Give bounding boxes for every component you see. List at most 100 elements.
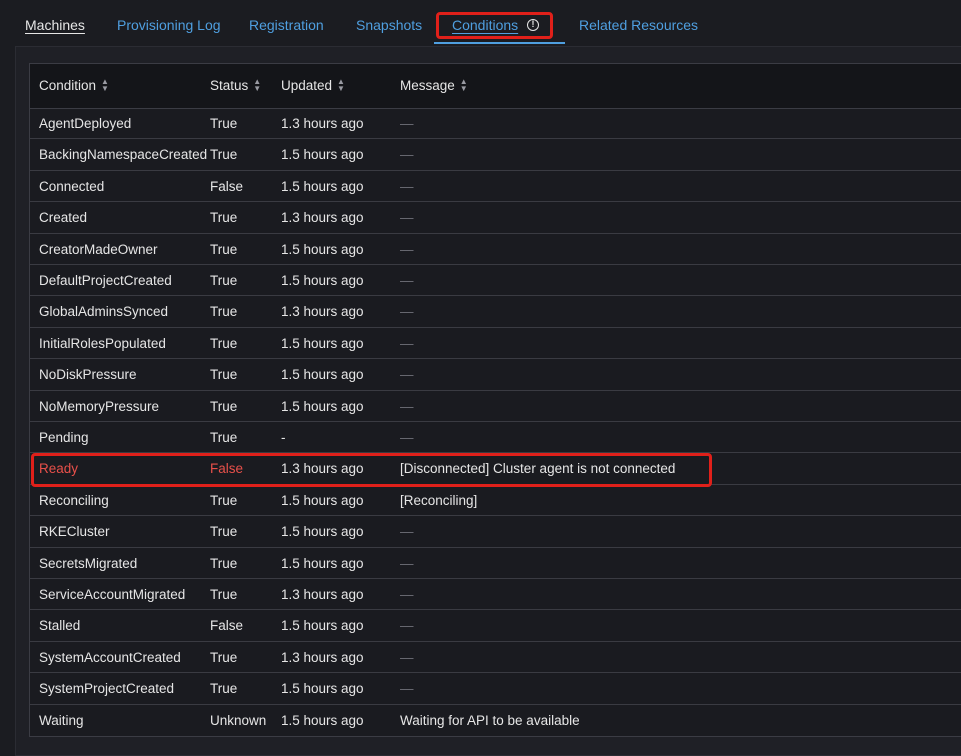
cell-condition: Waiting xyxy=(39,712,84,728)
cell-updated: 1.5 hours ago xyxy=(281,147,364,163)
cell-status: True xyxy=(210,649,238,665)
table-row: RKECluster True 1.5 hours ago — xyxy=(30,516,961,548)
table-row: Pending True - — xyxy=(30,422,961,454)
cell-status: Unknown xyxy=(210,712,267,728)
table-row: BackingNamespaceCreated True 1.5 hours ago… xyxy=(30,139,961,171)
column-header-message[interactable]: Message ▲ ▼ xyxy=(400,78,468,93)
table-row: NoMemoryPressure True 1.5 hours ago — xyxy=(30,391,961,422)
table-row: Created True 1.3 hours ago — xyxy=(30,202,961,234)
sort-icon[interactable]: ▲ ▼ xyxy=(101,78,109,93)
cell-updated: 1.5 hours ago xyxy=(281,178,364,194)
conditions-table: Condition ▲ ▼ Status ▲ ▼ Updated ▲ ▼ Message ▲ ▼… xyxy=(29,63,961,737)
cell-status: True xyxy=(210,335,238,351)
sort-icon[interactable]: ▲ ▼ xyxy=(337,78,345,93)
cell-message: — xyxy=(400,367,414,383)
sort-icon[interactable]: ▲ ▼ xyxy=(460,78,468,93)
cell-condition: Pending xyxy=(39,430,89,445)
cell-status: True xyxy=(210,304,238,320)
tab-related-resources[interactable]: Related Resources xyxy=(579,17,698,33)
cell-message: — xyxy=(400,304,414,320)
table-row: Reconciling True 1.5 hours ago [Reconciling… xyxy=(30,485,961,517)
cell-updated: 1.3 hours ago xyxy=(281,587,364,602)
conditions-tab-highlight xyxy=(436,12,553,39)
cell-condition: ServiceAccountMigrated xyxy=(39,587,186,602)
column-header-status[interactable]: Status ▲ ▼ xyxy=(210,78,261,93)
cell-message: — xyxy=(400,241,414,257)
cell-updated: 1.5 hours ago xyxy=(281,681,364,697)
cell-status: True xyxy=(210,430,238,445)
table-header: Condition ▲ ▼ Status ▲ ▼ Updated ▲ ▼ Message ▲ ▼ xyxy=(30,64,961,109)
cell-status: True xyxy=(210,241,238,257)
tab-snapshots[interactable]: Snapshots xyxy=(356,17,422,33)
cell-condition: Created xyxy=(39,210,88,226)
cell-condition: NoMemoryPressure xyxy=(39,398,160,414)
cell-message: — xyxy=(400,618,414,634)
table-row: SystemProjectCreated True 1.5 hours ago — xyxy=(30,673,961,705)
cell-message: [Reconciling] xyxy=(400,492,478,508)
cell-message: — xyxy=(400,587,414,602)
cell-condition: InitialRolesPopulated xyxy=(39,335,166,351)
cell-condition: GlobalAdminsSynced xyxy=(39,304,169,320)
cell-updated: - xyxy=(281,430,286,445)
cell-condition: DefaultProjectCreated xyxy=(39,273,172,288)
table-row: AgentDeployed True 1.3 hours ago — xyxy=(30,108,961,140)
sort-icon[interactable]: ▲ ▼ xyxy=(253,78,261,93)
table-row: SecretsMigrated True 1.5 hours ago — xyxy=(30,548,961,579)
table-row: Waiting Unknown 1.5 hours ago Waiting for A… xyxy=(30,705,961,736)
table-row: Connected False 1.5 hours ago — xyxy=(30,171,961,203)
cell-condition: SecretsMigrated xyxy=(39,555,138,571)
cell-status: False xyxy=(210,618,244,634)
cell-message: — xyxy=(400,210,414,226)
cell-condition: Stalled xyxy=(39,618,81,634)
table-row: CreatorMadeOwner True 1.5 hours ago — xyxy=(30,234,961,265)
cell-message: — xyxy=(400,649,414,665)
cell-message: — xyxy=(400,555,414,571)
cell-status: True xyxy=(210,555,238,571)
cell-condition: CreatorMadeOwner xyxy=(39,241,158,257)
table-row: Stalled False 1.5 hours ago — xyxy=(30,610,961,642)
cell-status: True xyxy=(210,210,238,226)
cell-status: True xyxy=(210,681,238,697)
table-row: DefaultProjectCreated True 1.5 hours ago — xyxy=(30,265,961,297)
cell-status: True xyxy=(210,492,238,508)
ready-row-highlight xyxy=(31,453,712,487)
cell-message: — xyxy=(400,398,414,414)
cell-condition: SystemAccountCreated xyxy=(39,649,181,665)
cell-status: True xyxy=(210,147,238,163)
cell-updated: 1.5 hours ago xyxy=(281,367,364,383)
cell-message: Waiting for API to be available xyxy=(400,712,580,728)
cell-message: — xyxy=(400,147,414,163)
cell-condition: BackingNamespaceCreated xyxy=(39,147,208,163)
table-row: NoDiskPressure True 1.5 hours ago — xyxy=(30,359,961,391)
cell-updated: 1.5 hours ago xyxy=(281,555,364,571)
cell-status: True xyxy=(210,273,238,288)
tab-provisioning-log[interactable]: Provisioning Log xyxy=(117,17,221,33)
table-row: ServiceAccountMigrated True 1.3 hours ago — xyxy=(30,579,961,611)
cell-status: True xyxy=(210,367,238,383)
cell-updated: 1.3 hours ago xyxy=(281,649,364,665)
cell-status: False xyxy=(210,178,244,194)
cell-condition: Connected xyxy=(39,178,105,194)
cell-updated: 1.5 hours ago xyxy=(281,524,364,540)
cell-condition: NoDiskPressure xyxy=(39,367,137,383)
tab-machines[interactable]: Machines xyxy=(25,17,85,33)
cell-message: — xyxy=(400,273,414,288)
active-tab-indicator xyxy=(434,42,565,44)
cell-message: — xyxy=(400,430,414,445)
column-header-condition[interactable]: Condition ▲ ▼ xyxy=(39,78,109,93)
cell-updated: 1.5 hours ago xyxy=(281,273,364,288)
cell-updated: 1.5 hours ago xyxy=(281,398,364,414)
tab-bar: Machines Provisioning Log Registration S… xyxy=(0,0,961,46)
cell-condition: Reconciling xyxy=(39,492,109,508)
cell-updated: 1.5 hours ago xyxy=(281,492,364,508)
cell-message: — xyxy=(400,335,414,351)
cell-status: True xyxy=(210,116,238,131)
cell-message: — xyxy=(400,524,414,540)
cell-updated: 1.3 hours ago xyxy=(281,210,364,226)
cell-updated: 1.5 hours ago xyxy=(281,241,364,257)
table-row: SystemAccountCreated True 1.3 hours ago — xyxy=(30,642,961,674)
tab-registration[interactable]: Registration xyxy=(249,17,324,33)
cell-status: True xyxy=(210,524,238,540)
cell-condition: RKECluster xyxy=(39,524,110,540)
column-header-updated[interactable]: Updated ▲ ▼ xyxy=(281,78,345,93)
